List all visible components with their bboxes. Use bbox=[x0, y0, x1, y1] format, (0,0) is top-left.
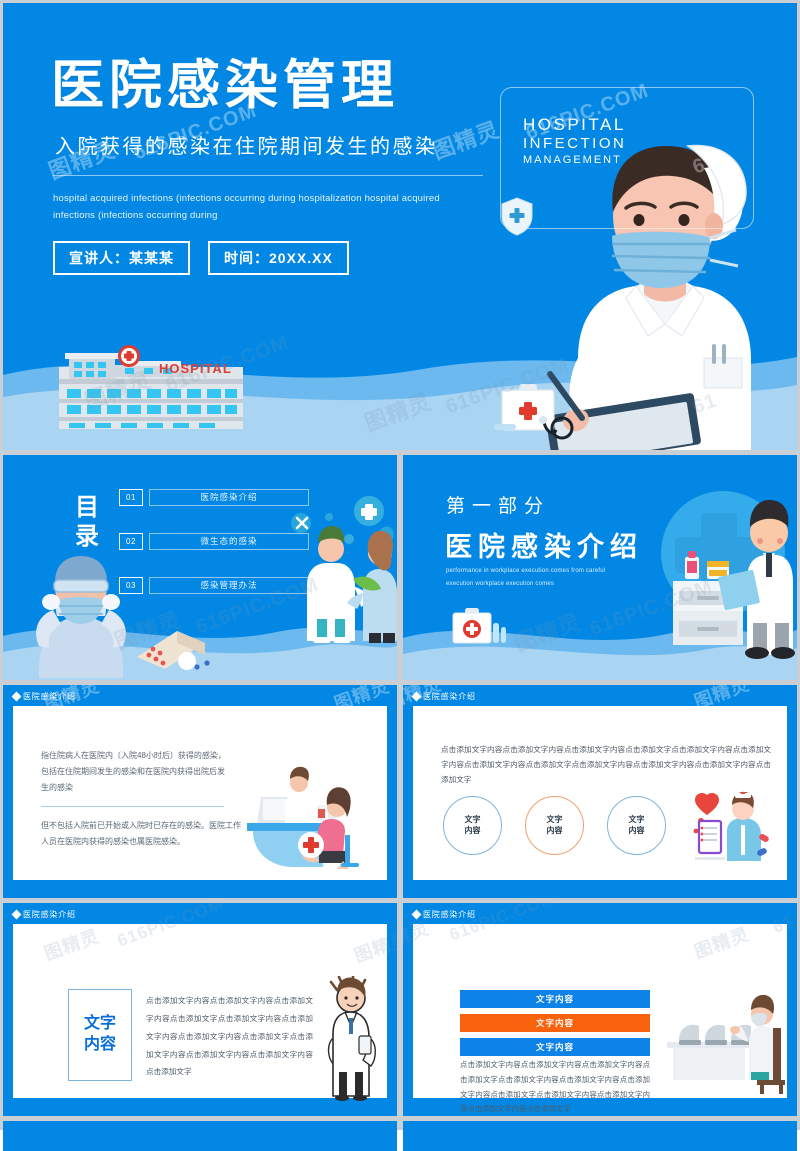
title-meta-tags: 宣讲人：某某某 时间：20XX.XX bbox=[53, 240, 481, 275]
medic-goggles-illustration bbox=[36, 556, 126, 678]
slide-next-row-peek[interactable] bbox=[403, 1121, 797, 1151]
content-paragraph: 点击添加文字内容点击添加文字内容点击添加文字内容点击添加文字点击添加文字内容点击… bbox=[146, 996, 313, 1077]
shield-medical-icon bbox=[501, 197, 533, 236]
section-part-label: 第一部分 bbox=[446, 496, 551, 517]
doctor-standing-illustration bbox=[327, 976, 376, 1101]
consultation-illustration bbox=[247, 766, 359, 869]
svg-text:HOSPITAL: HOSPITAL bbox=[159, 361, 232, 376]
slide-next-row-peek[interactable] bbox=[3, 1121, 397, 1151]
slide-tag: 医院感染介绍 bbox=[411, 691, 476, 702]
diamond-icon bbox=[11, 909, 22, 920]
slide-tag-label: 医院感染介绍 bbox=[23, 692, 76, 701]
slide-section-divider[interactable]: 第一部分 医院感染介绍 performance in workplace exe… bbox=[403, 455, 797, 680]
bar-item[interactable]: 文字内容 bbox=[460, 990, 650, 1008]
highlight-box[interactable]: 文字 内容 bbox=[68, 989, 132, 1081]
circle-item[interactable]: 文字 内容 bbox=[607, 796, 666, 855]
lab-microscope-illustration bbox=[667, 994, 785, 1094]
definition-paragraph-2: 但不包括入院前已开始或入院时已存在的感染。医院工作人员在医院内获得的感染也属医院… bbox=[41, 821, 241, 846]
bar-item[interactable]: 文字内容 bbox=[460, 1014, 650, 1032]
slide-content-circles[interactable]: 医院感染介绍 点击添加文字内容点击添加文字内容点击添加文字内容点击添加文字点击添… bbox=[403, 685, 797, 898]
diamond-icon bbox=[411, 909, 422, 920]
first-aid-kit-illustration bbox=[494, 384, 574, 440]
first-aid-kit-illustration bbox=[452, 608, 506, 644]
highlight-line1: 文字 bbox=[83, 1015, 116, 1033]
toc-item-number: 01 bbox=[119, 488, 143, 506]
date-tag[interactable]: 时间：20XX.XX bbox=[208, 240, 349, 275]
content-divider bbox=[41, 806, 224, 807]
nurse-checklist-illustration bbox=[693, 791, 769, 861]
circle-label-line2: 内容 bbox=[546, 825, 563, 835]
title-text-block: 医院感染管理 入院获得的感染在住院期间发生的感染 hospital acquir… bbox=[51, 56, 483, 275]
slide-tag: 医院感染介绍 bbox=[11, 691, 76, 702]
slide-tag: 医院感染介绍 bbox=[411, 909, 476, 920]
title-divider bbox=[53, 174, 483, 176]
slide-title[interactable]: HOSPITAL HOSPITAL INFECTION MANAGEMENT 医… bbox=[3, 3, 797, 450]
circle-label-line2: 内容 bbox=[464, 825, 481, 835]
circle-label-line1: 文字 bbox=[546, 814, 563, 824]
circle-label-line1: 文字 bbox=[464, 814, 481, 824]
slide-content-bars[interactable]: 医院感染介绍 文字内容 文字内容 文字内容 点击添加文字内容点击添加文字内容点击… bbox=[403, 903, 797, 1116]
content-card: 文字内容 文字内容 文字内容 点击添加文字内容点击添加文字内容点击添加文字内容点… bbox=[413, 924, 787, 1113]
bar-group: 文字内容 文字内容 文字内容 bbox=[460, 990, 650, 1062]
english-line-3: MANAGEMENT bbox=[523, 154, 622, 167]
english-line-1: HOSPITAL bbox=[523, 115, 626, 134]
speaker-tag[interactable]: 宣讲人：某某某 bbox=[53, 240, 190, 275]
definition-paragraph-1: 指住院病人在医院内〔入院48小时后〕获得的感染，包括在住院期间发生的感染和在医院… bbox=[41, 751, 226, 792]
title-english-stack: HOSPITAL INFECTION MANAGEMENT bbox=[523, 115, 626, 168]
circle-label-line2: 内容 bbox=[628, 825, 645, 835]
bar-item[interactable]: 文字内容 bbox=[460, 1038, 650, 1056]
english-line-2: INFECTION bbox=[523, 135, 627, 153]
diamond-icon bbox=[411, 691, 422, 702]
pill-box-illustration bbox=[137, 631, 210, 670]
diamond-icon bbox=[11, 691, 22, 702]
content-card: 点击添加文字内容点击添加文字内容点击添加文字内容点击添加文字点击添加文字内容点击… bbox=[413, 706, 787, 880]
slide-table-of-contents[interactable]: 目录 01 医院感染介绍 02 微生态的感染 03 感染管理办法 图精灵 616… bbox=[3, 455, 397, 680]
slide-tag-label: 医院感染介绍 bbox=[423, 910, 476, 919]
toc-item-number: 02 bbox=[119, 532, 143, 550]
content-card: 指住院病人在医院内〔入院48小时后〕获得的感染，包括在住院期间发生的感染和在医院… bbox=[13, 706, 387, 880]
toc-heading: 目录 bbox=[75, 494, 101, 551]
slide-tag-label: 医院感染介绍 bbox=[23, 910, 76, 919]
section-english: performance in workplace execution comes… bbox=[446, 568, 606, 587]
page-title: 医院感染管理 bbox=[51, 56, 399, 115]
slide-content-textbox[interactable]: 医院感染介绍 文字内容 点击添加文字内容点击添加文字内容点击添加文字内容点击添加… bbox=[3, 903, 397, 1116]
doctor-cabinet-illustration bbox=[661, 491, 795, 659]
circle-label-line1: 文字 bbox=[628, 814, 645, 824]
content-paragraph: 点击添加文字内容点击添加文字内容点击添加文字内容点击添加文字点击添加文字内容点击… bbox=[460, 1060, 650, 1114]
slide-content-definition[interactable]: 医院感染介绍 指住院病人在医院内〔入院48小时后〕获得的感染，包括在住院期间发生… bbox=[3, 685, 397, 898]
highlight-line2: 内容 bbox=[83, 1036, 116, 1053]
slide-tag: 医院感染介绍 bbox=[11, 909, 76, 920]
circle-item[interactable]: 文字 内容 bbox=[443, 796, 502, 855]
content-card: 文字内容 点击添加文字内容点击添加文字内容点击添加文字内容点击添加文字点击添加文… bbox=[13, 924, 387, 1101]
circle-item[interactable]: 文字 内容 bbox=[525, 796, 584, 855]
slide-tag-label: 医院感染介绍 bbox=[423, 692, 476, 701]
doctor-patient-illustration bbox=[291, 496, 397, 643]
section-title: 医院感染介绍 bbox=[445, 532, 643, 562]
ppt-template-preview: HOSPITAL HOSPITAL INFECTION MANAGEMENT 医… bbox=[0, 0, 800, 1151]
page-subtitle: 入院获得的感染在住院期间发生的感染 bbox=[55, 135, 438, 158]
title-english-paragraph: hospital acquired infections (infections… bbox=[53, 192, 440, 222]
circle-group: 文字 内容 文字 内容 文字 内容 bbox=[443, 796, 666, 855]
content-paragraph: 点击添加文字内容点击添加文字内容点击添加文字内容点击添加文字点击添加文字内容点击… bbox=[441, 745, 771, 785]
hospital-building-illustration: HOSPITAL bbox=[59, 345, 243, 429]
